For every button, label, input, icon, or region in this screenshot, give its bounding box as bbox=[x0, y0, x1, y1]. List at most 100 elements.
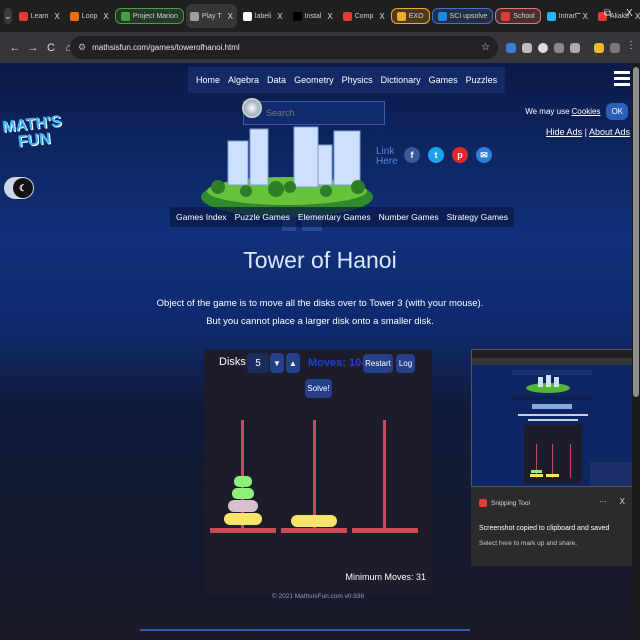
ad-links: Hide Ads | About Ads bbox=[546, 127, 630, 137]
tab-close-icon[interactable]: X bbox=[327, 12, 332, 21]
browser-tab[interactable]: Loop X bbox=[66, 4, 113, 28]
scrollbar-thumb[interactable] bbox=[633, 67, 639, 397]
snipping-app-name: Snipping Tool bbox=[491, 499, 530, 507]
disk-5[interactable] bbox=[291, 515, 337, 527]
snipping-tool-notification[interactable]: Snipping Tool ··· X Screenshot copied to… bbox=[471, 487, 633, 566]
address-bar[interactable]: ⚙ mathsisfun.com/games/towerofhanoi.html… bbox=[70, 36, 498, 59]
disk-4[interactable] bbox=[224, 513, 262, 525]
extension-circle-icon[interactable] bbox=[538, 43, 548, 53]
link-here[interactable]: Link Here bbox=[376, 147, 398, 167]
link-here-line-2: Here bbox=[376, 156, 398, 167]
site-info-icon[interactable]: ⚙ bbox=[78, 42, 86, 53]
cookies-link[interactable]: Cookies bbox=[572, 107, 601, 116]
disk-3[interactable] bbox=[228, 500, 258, 512]
topnav-link[interactable]: Dictionary bbox=[381, 75, 421, 85]
cookie-ok-button[interactable]: OK bbox=[606, 103, 628, 120]
close-window-button[interactable]: X bbox=[626, 8, 633, 19]
extension-game-icon[interactable] bbox=[522, 43, 532, 53]
topnav-link[interactable]: Puzzles bbox=[466, 75, 498, 85]
tab-favicon-icon bbox=[396, 11, 406, 21]
solve-button[interactable]: Solve! bbox=[305, 379, 332, 398]
reload-button[interactable]: C bbox=[42, 42, 60, 54]
disk-1[interactable] bbox=[234, 476, 252, 487]
sidebar-icon[interactable] bbox=[610, 43, 620, 53]
topnav-link[interactable]: Physics bbox=[342, 75, 373, 85]
category-link[interactable]: Elementary Games bbox=[298, 212, 371, 222]
tab-favicon-icon bbox=[501, 11, 511, 21]
url-text: mathsisfun.com/games/towerofhanoi.html bbox=[92, 43, 240, 52]
minimum-moves: Minimum Moves: 31 bbox=[345, 572, 426, 582]
category-link[interactable]: Number Games bbox=[379, 212, 439, 222]
disk-up-button[interactable]: ▲ bbox=[286, 353, 300, 373]
cookie-notice: We may use Cookies OK bbox=[519, 101, 628, 122]
disk-count-select[interactable]: 5 bbox=[247, 353, 269, 373]
page-scrollbar[interactable] bbox=[632, 63, 640, 640]
twitter-icon[interactable]: t bbox=[428, 147, 444, 163]
extension-tag-icon[interactable] bbox=[554, 43, 564, 53]
search-input[interactable] bbox=[266, 108, 376, 118]
browser-tab[interactable]: Project Marion bbox=[114, 8, 184, 24]
tab-close-icon[interactable]: X bbox=[379, 12, 384, 21]
tab-label: Project Marion bbox=[132, 12, 178, 20]
magnifier-icon bbox=[242, 98, 262, 118]
tab-close-icon[interactable]: X bbox=[277, 12, 282, 21]
browser-tab[interactable]: labeli X bbox=[239, 4, 287, 28]
browser-tab[interactable]: School bbox=[495, 8, 541, 24]
browser-tab[interactable]: Comp X bbox=[339, 4, 389, 28]
about-ads-link[interactable]: About Ads bbox=[589, 127, 630, 137]
tab-favicon-icon bbox=[18, 11, 28, 21]
disk-down-button[interactable]: ▼ bbox=[270, 353, 284, 373]
star-icon[interactable]: ☆ bbox=[481, 42, 490, 53]
log-button[interactable]: Log bbox=[396, 354, 415, 373]
topnav-link[interactable]: Data bbox=[267, 75, 286, 85]
profile-avatar[interactable] bbox=[594, 43, 604, 53]
forward-button[interactable]: → bbox=[24, 42, 42, 54]
site-logo[interactable]: MATH'S FUN bbox=[1, 113, 64, 152]
minimize-button[interactable]: – bbox=[575, 8, 581, 19]
tab-search-button[interactable]: ⌄ bbox=[4, 8, 12, 24]
restore-button[interactable]: ⧉ bbox=[604, 8, 611, 19]
browser-tab[interactable]: Play T X bbox=[185, 4, 237, 28]
notification-more-icon[interactable]: ··· bbox=[599, 497, 607, 506]
tab-close-icon[interactable]: X bbox=[583, 12, 588, 21]
game-description: Object of the game is to move all the di… bbox=[0, 295, 640, 331]
browser-tab[interactable]: Learn X bbox=[15, 4, 64, 28]
menu-dots-icon[interactable]: ⋮ bbox=[626, 40, 636, 51]
facebook-icon[interactable]: f bbox=[404, 147, 420, 163]
back-button[interactable]: ← bbox=[6, 42, 24, 54]
dark-mode-toggle[interactable]: ☾ bbox=[4, 177, 34, 199]
tab-favicon-icon bbox=[437, 11, 447, 21]
screenshot-thumbnail[interactable] bbox=[471, 349, 633, 487]
topnav-link[interactable]: Geometry bbox=[294, 75, 334, 85]
tab-label: SCI upsolve bbox=[449, 12, 488, 20]
browser-tab[interactable]: SCI upsolve bbox=[431, 8, 494, 24]
extension-pen-icon[interactable] bbox=[506, 43, 516, 53]
tab-close-icon[interactable]: X bbox=[228, 12, 233, 21]
tab-close-icon[interactable]: X bbox=[54, 12, 59, 21]
tab-close-icon[interactable]: X bbox=[103, 12, 108, 21]
hamburger-menu-icon[interactable] bbox=[614, 71, 630, 91]
tab-label: Loop bbox=[81, 12, 98, 20]
tab-label: Intran bbox=[558, 12, 577, 20]
topnav-link[interactable]: Algebra bbox=[228, 75, 259, 85]
peg-2[interactable] bbox=[313, 420, 316, 530]
restart-button[interactable]: Restart bbox=[363, 354, 393, 373]
peg-3[interactable] bbox=[383, 420, 386, 530]
topnav-link[interactable]: Home bbox=[196, 75, 220, 85]
browser-tab[interactable]: Instal X bbox=[289, 4, 337, 28]
disk-2[interactable] bbox=[232, 488, 254, 499]
category-link[interactable]: Strategy Games bbox=[447, 212, 508, 222]
browser-tab[interactable]: EXO bbox=[390, 8, 430, 24]
pinterest-icon[interactable]: p bbox=[452, 147, 468, 163]
notification-close-icon[interactable]: X bbox=[620, 497, 625, 506]
tab-close-icon[interactable]: X bbox=[635, 12, 640, 21]
topnav-link[interactable]: Games bbox=[429, 75, 458, 85]
browser-tab[interactable]: Aliakb X bbox=[594, 4, 640, 28]
category-link[interactable]: Games Index bbox=[176, 212, 227, 222]
email-icon[interactable]: ✉ bbox=[476, 147, 492, 163]
browser-tab[interactable]: Intran X bbox=[543, 4, 592, 28]
tab-favicon-icon bbox=[242, 11, 252, 21]
hide-ads-link[interactable]: Hide Ads bbox=[546, 127, 582, 137]
category-link[interactable]: Puzzle Games bbox=[235, 212, 290, 222]
extensions-puzzle-icon[interactable] bbox=[570, 43, 580, 53]
